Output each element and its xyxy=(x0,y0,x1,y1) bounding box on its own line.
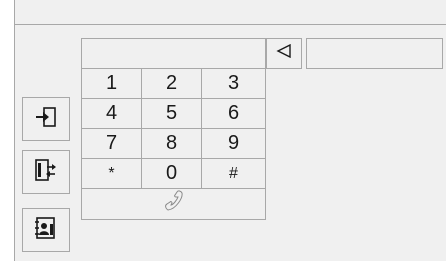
key-6[interactable]: 6 xyxy=(201,98,266,129)
key-3-label: 3 xyxy=(227,72,240,94)
title-bar xyxy=(15,0,446,25)
enter-button[interactable] xyxy=(22,97,70,141)
key-4-label: 4 xyxy=(105,102,118,124)
key-9[interactable]: 9 xyxy=(201,128,266,159)
key-star[interactable]: * xyxy=(81,158,142,189)
backspace-icon xyxy=(276,43,292,63)
transfer-button[interactable] xyxy=(22,150,70,194)
key-8-label: 8 xyxy=(165,132,178,154)
key-5-label: 5 xyxy=(165,102,178,124)
key-3[interactable]: 3 xyxy=(201,68,266,99)
handset-icon xyxy=(164,190,184,218)
backspace-button[interactable] xyxy=(266,38,302,69)
key-1[interactable]: 1 xyxy=(81,68,142,99)
key-2[interactable]: 2 xyxy=(141,68,202,99)
key-hash-label: # xyxy=(229,164,238,182)
key-4[interactable]: 4 xyxy=(81,98,142,129)
key-7-label: 7 xyxy=(105,132,118,154)
key-1-label: 1 xyxy=(105,72,118,94)
key-0[interactable]: 0 xyxy=(141,158,202,189)
number-display[interactable] xyxy=(81,38,266,69)
key-hash[interactable]: # xyxy=(201,158,266,189)
contacts-button[interactable] xyxy=(22,208,70,252)
key-8[interactable]: 8 xyxy=(141,128,202,159)
enter-icon xyxy=(35,106,57,133)
side-display[interactable] xyxy=(306,38,443,69)
call-button[interactable] xyxy=(81,188,266,220)
phone-transfer-icon xyxy=(35,158,57,187)
key-5[interactable]: 5 xyxy=(141,98,202,129)
key-6-label: 6 xyxy=(227,102,240,124)
key-0-label: 0 xyxy=(165,162,178,184)
key-2-label: 2 xyxy=(165,72,178,94)
contacts-book-icon xyxy=(35,216,57,245)
key-star-label: * xyxy=(108,164,115,182)
key-7[interactable]: 7 xyxy=(81,128,142,159)
key-9-label: 9 xyxy=(227,132,240,154)
